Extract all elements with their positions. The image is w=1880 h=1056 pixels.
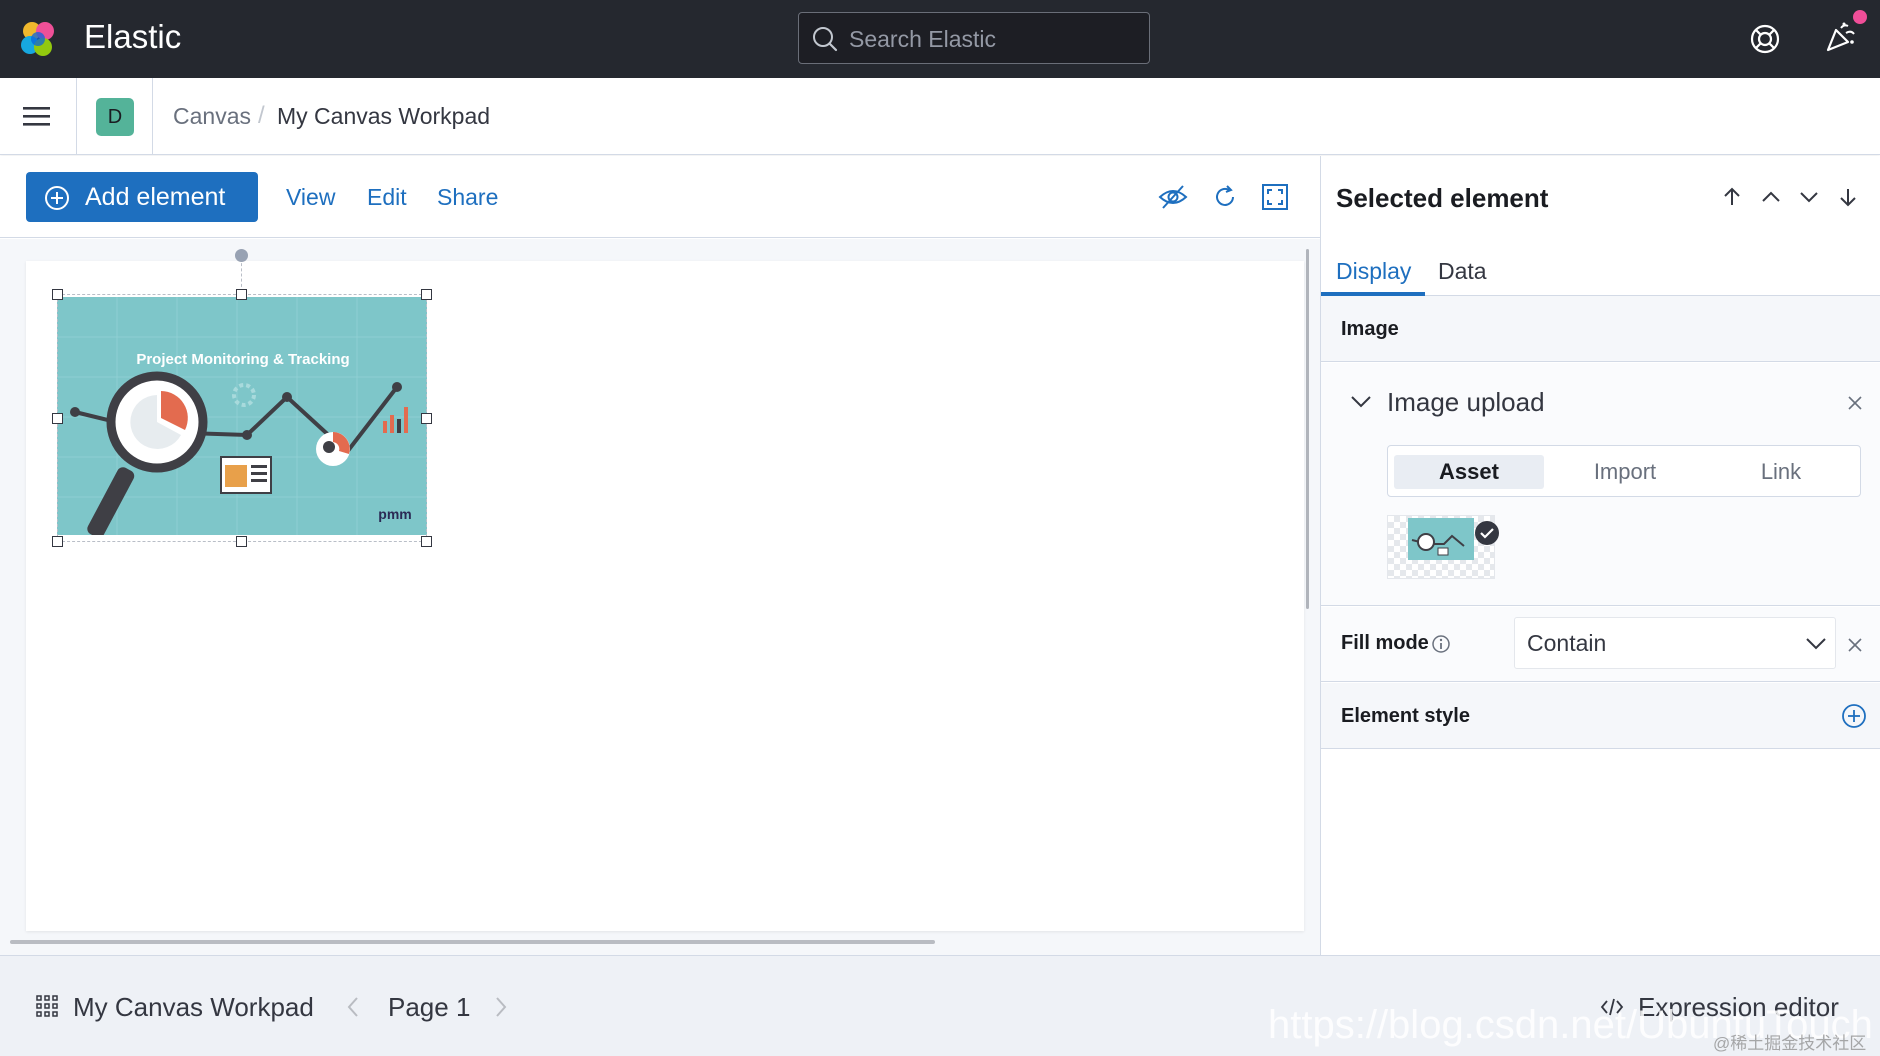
send-to-back-icon[interactable] <box>1837 186 1859 208</box>
fill-mode-value: Contain <box>1527 630 1607 656</box>
asset-preview-image <box>1408 518 1474 560</box>
resize-handle[interactable] <box>421 536 432 547</box>
brand-name[interactable]: Elastic <box>84 18 181 56</box>
info-icon[interactable] <box>1431 634 1451 654</box>
breadcrumb-bar: D Canvas / My Canvas Workpad <box>0 78 1880 155</box>
tab-data[interactable]: Data <box>1438 258 1487 285</box>
asset-thumbnail[interactable] <box>1387 515 1499 579</box>
vertical-scrollbar[interactable] <box>1306 249 1309 609</box>
breadcrumb-canvas[interactable]: Canvas <box>173 103 251 130</box>
rotation-guide <box>241 258 242 292</box>
divider <box>76 78 77 154</box>
element-style-section: Element style <box>1321 683 1880 749</box>
chevron-down-icon[interactable] <box>1349 391 1373 411</box>
upload-mode-group: Asset Import Link <box>1387 445 1861 497</box>
mode-link[interactable]: Link <box>1706 455 1856 489</box>
image-section-header: Image <box>1321 296 1880 362</box>
image-upload-title[interactable]: Image upload <box>1387 387 1545 418</box>
resize-handle[interactable] <box>421 289 432 300</box>
resize-handle[interactable] <box>52 413 63 424</box>
selection-box[interactable] <box>57 294 427 542</box>
plus-circle-icon <box>45 186 69 210</box>
check-circle-icon <box>1475 521 1499 545</box>
hide-editing-controls-icon[interactable] <box>1158 183 1188 211</box>
sidebar-title: Selected element <box>1336 183 1549 213</box>
send-backward-icon[interactable] <box>1798 186 1820 208</box>
elastic-logo[interactable] <box>18 18 60 60</box>
plus-circle-icon[interactable] <box>1841 703 1867 729</box>
fullscreen-icon[interactable] <box>1261 183 1289 211</box>
workpad-toolbar: Add element View Edit Share <box>0 156 1320 238</box>
add-element-label: Add element <box>85 183 226 211</box>
edit-menu[interactable]: Edit <box>367 184 407 211</box>
refresh-icon[interactable] <box>1211 183 1239 211</box>
close-icon[interactable] <box>1847 637 1863 653</box>
divider <box>152 78 153 154</box>
mode-import[interactable]: Import <box>1550 455 1700 489</box>
image-upload-panel: Image upload Asset Import Link <box>1321 363 1880 606</box>
space-avatar[interactable]: D <box>96 98 134 136</box>
fill-mode-label: Fill mode <box>1341 632 1429 654</box>
global-header: Elastic Search Elastic <box>0 0 1880 78</box>
hamburger-menu-icon[interactable] <box>22 102 52 130</box>
resize-handle[interactable] <box>421 413 432 424</box>
close-icon[interactable] <box>1847 395 1863 411</box>
page-indicator[interactable]: Page 1 <box>388 992 470 1023</box>
resize-handle[interactable] <box>52 289 63 300</box>
breadcrumb-separator: / <box>258 102 265 129</box>
share-menu[interactable]: Share <box>437 184 498 211</box>
chevron-left-icon[interactable] <box>346 996 360 1018</box>
view-menu[interactable]: View <box>286 184 335 211</box>
add-element-button[interactable]: Add element <box>26 172 258 222</box>
watermark-community: @稀土掘金技术社区 <box>1713 1034 1867 1053</box>
help-icon[interactable] <box>1748 22 1782 56</box>
resize-handle[interactable] <box>52 536 63 547</box>
image-section-label: Image <box>1341 318 1399 340</box>
tab-display[interactable]: Display <box>1336 258 1411 285</box>
sidebar-tabs: Display Data <box>1321 244 1880 296</box>
apps-grid-icon[interactable] <box>36 995 58 1017</box>
fill-mode-row: Fill mode Contain <box>1321 607 1880 682</box>
chevron-right-icon[interactable] <box>494 996 508 1018</box>
horizontal-scrollbar[interactable] <box>10 940 935 944</box>
resize-handle[interactable] <box>236 289 247 300</box>
chevron-down-icon <box>1806 638 1826 650</box>
footer-workpad-name[interactable]: My Canvas Workpad <box>73 992 314 1023</box>
bring-forward-icon[interactable] <box>1760 186 1782 208</box>
selected-element-sidebar: Selected element Display Data Image Imag… <box>1320 156 1880 955</box>
notification-badge <box>1853 10 1867 24</box>
resize-handle[interactable] <box>236 536 247 547</box>
global-search[interactable]: Search Elastic <box>798 12 1150 64</box>
search-input[interactable]: Search Elastic <box>849 26 996 53</box>
mode-asset[interactable]: Asset <box>1394 455 1544 489</box>
breadcrumb-workpad: My Canvas Workpad <box>277 103 491 129</box>
bring-to-front-icon[interactable] <box>1721 186 1743 208</box>
search-icon <box>813 27 838 52</box>
rotation-handle[interactable] <box>235 249 248 262</box>
newsfeed-icon[interactable] <box>1824 20 1858 54</box>
element-style-label: Element style <box>1341 705 1470 727</box>
fill-mode-select[interactable]: Contain <box>1514 617 1836 669</box>
